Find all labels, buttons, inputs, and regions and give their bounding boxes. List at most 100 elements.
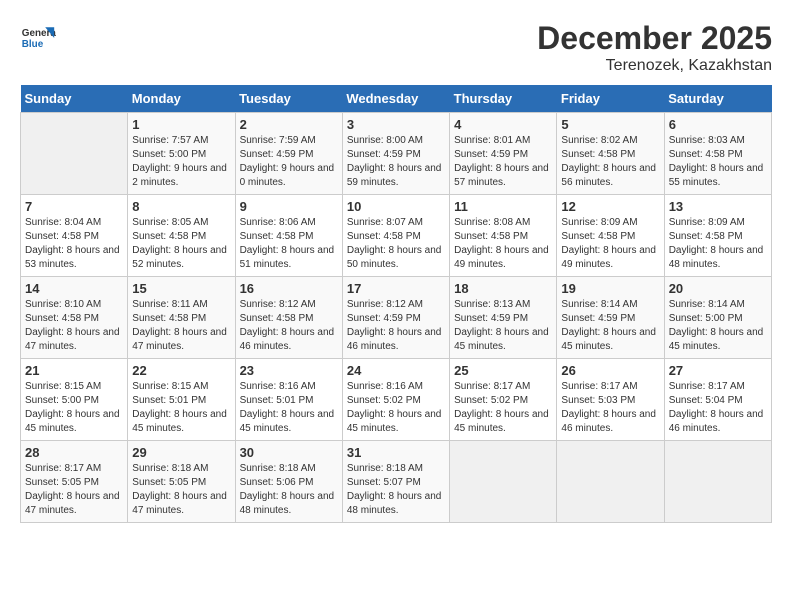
day-info: Sunrise: 8:02 AMSunset: 4:58 PMDaylight:… [561,134,659,190]
day-number: 10 [347,199,445,214]
day-number: 29 [132,445,230,460]
week-row-1: 1 Sunrise: 7:57 AMSunset: 5:00 PMDaylight… [21,113,772,195]
day-info: Sunrise: 8:12 AMSunset: 4:58 PMDaylight:… [240,298,338,354]
day-info: Sunrise: 8:17 AMSunset: 5:05 PMDaylight:… [25,462,123,518]
day-number: 26 [561,363,659,378]
day-number: 18 [454,281,552,296]
day-info: Sunrise: 8:16 AMSunset: 5:01 PMDaylight:… [240,380,338,436]
day-info: Sunrise: 8:17 AMSunset: 5:02 PMDaylight:… [454,380,552,436]
day-number: 8 [132,199,230,214]
day-number: 6 [669,117,767,132]
calendar-table: SundayMondayTuesdayWednesdayThursdayFrid… [20,85,772,523]
day-number: 23 [240,363,338,378]
logo-icon: General Blue [20,20,56,56]
week-row-5: 28Sunrise: 8:17 AMSunset: 5:05 PMDayligh… [21,441,772,523]
day-number: 24 [347,363,445,378]
day-number: 16 [240,281,338,296]
day-info: Sunrise: 8:01 AMSunset: 4:59 PMDaylight:… [454,134,552,190]
day-number: 30 [240,445,338,460]
day-info: Sunrise: 8:08 AMSunset: 4:58 PMDaylight:… [454,216,552,272]
day-info: Sunrise: 7:57 AMSunset: 5:00 PMDaylight:… [132,134,230,190]
col-header-sunday: Sunday [21,85,128,113]
day-info: Sunrise: 8:05 AMSunset: 4:58 PMDaylight:… [132,216,230,272]
day-number: 20 [669,281,767,296]
day-info: Sunrise: 8:00 AMSunset: 4:59 PMDaylight:… [347,134,445,190]
title-block: December 2025 Terenozek, Kazakhstan [537,20,772,75]
day-cell: 24 Sunrise: 8:16 AMSunset: 5:02 PMDayligh… [342,359,449,441]
day-info: Sunrise: 8:13 AMSunset: 4:59 PMDaylight:… [454,298,552,354]
day-cell: 28Sunrise: 8:17 AMSunset: 5:05 PMDayligh… [21,441,128,523]
day-cell: 2 Sunrise: 7:59 AMSunset: 4:59 PMDaylight… [235,113,342,195]
location-title: Terenozek, Kazakhstan [537,57,772,75]
day-cell: 10 Sunrise: 8:07 AMSunset: 4:58 PMDayligh… [342,195,449,277]
day-number: 7 [25,199,123,214]
day-info: Sunrise: 8:14 AMSunset: 5:00 PMDaylight:… [669,298,767,354]
col-header-tuesday: Tuesday [235,85,342,113]
day-number: 11 [454,199,552,214]
day-cell: 5 Sunrise: 8:02 AMSunset: 4:58 PMDaylight… [557,113,664,195]
svg-text:Blue: Blue [22,39,44,50]
day-number: 27 [669,363,767,378]
day-number: 5 [561,117,659,132]
day-number: 21 [25,363,123,378]
day-info: Sunrise: 8:09 AMSunset: 4:58 PMDaylight:… [669,216,767,272]
day-cell: 11 Sunrise: 8:08 AMSunset: 4:58 PMDayligh… [450,195,557,277]
day-cell: 30 Sunrise: 8:18 AMSunset: 5:06 PMDayligh… [235,441,342,523]
day-info: Sunrise: 8:12 AMSunset: 4:59 PMDaylight:… [347,298,445,354]
day-number: 13 [669,199,767,214]
day-number: 1 [132,117,230,132]
week-row-2: 7Sunrise: 8:04 AMSunset: 4:58 PMDaylight… [21,195,772,277]
day-cell: 3 Sunrise: 8:00 AMSunset: 4:59 PMDaylight… [342,113,449,195]
logo: General Blue [20,20,60,56]
day-number: 15 [132,281,230,296]
day-cell: 17Sunrise: 8:12 AMSunset: 4:59 PMDayligh… [342,277,449,359]
day-cell: 21 Sunrise: 8:15 AMSunset: 5:00 PMDayligh… [21,359,128,441]
day-cell [21,113,128,195]
day-cell: 8 Sunrise: 8:05 AMSunset: 4:58 PMDaylight… [128,195,235,277]
day-number: 9 [240,199,338,214]
day-cell: 4 Sunrise: 8:01 AMSunset: 4:59 PMDaylight… [450,113,557,195]
day-cell [664,441,771,523]
day-number: 19 [561,281,659,296]
col-header-saturday: Saturday [664,85,771,113]
day-cell: 9Sunrise: 8:06 AMSunset: 4:58 PMDaylight… [235,195,342,277]
day-number: 25 [454,363,552,378]
page-header: General Blue December 2025 Terenozek, Ka… [20,20,772,75]
day-info: Sunrise: 8:09 AMSunset: 4:58 PMDaylight:… [561,216,659,272]
day-cell: 16 Sunrise: 8:12 AMSunset: 4:58 PMDayligh… [235,277,342,359]
day-info: Sunrise: 8:18 AMSunset: 5:06 PMDaylight:… [240,462,338,518]
col-header-wednesday: Wednesday [342,85,449,113]
day-cell: 27 Sunrise: 8:17 AMSunset: 5:04 PMDayligh… [664,359,771,441]
day-cell [450,441,557,523]
day-cell: 14Sunrise: 8:10 AMSunset: 4:58 PMDayligh… [21,277,128,359]
day-number: 12 [561,199,659,214]
day-cell: 18 Sunrise: 8:13 AMSunset: 4:59 PMDayligh… [450,277,557,359]
day-info: Sunrise: 8:14 AMSunset: 4:59 PMDaylight:… [561,298,659,354]
day-cell: 25 Sunrise: 8:17 AMSunset: 5:02 PMDayligh… [450,359,557,441]
day-cell: 12 Sunrise: 8:09 AMSunset: 4:58 PMDayligh… [557,195,664,277]
day-cell: 1 Sunrise: 7:57 AMSunset: 5:00 PMDaylight… [128,113,235,195]
week-row-4: 21 Sunrise: 8:15 AMSunset: 5:00 PMDayligh… [21,359,772,441]
day-info: Sunrise: 8:18 AMSunset: 5:05 PMDaylight:… [132,462,230,518]
day-number: 31 [347,445,445,460]
day-cell: 13 Sunrise: 8:09 AMSunset: 4:58 PMDayligh… [664,195,771,277]
day-cell: 15Sunrise: 8:11 AMSunset: 4:58 PMDayligh… [128,277,235,359]
day-info: Sunrise: 7:59 AMSunset: 4:59 PMDaylight:… [240,134,338,190]
col-header-friday: Friday [557,85,664,113]
day-info: Sunrise: 8:03 AMSunset: 4:58 PMDaylight:… [669,134,767,190]
day-number: 4 [454,117,552,132]
day-info: Sunrise: 8:07 AMSunset: 4:58 PMDaylight:… [347,216,445,272]
day-number: 2 [240,117,338,132]
day-info: Sunrise: 8:18 AMSunset: 5:07 PMDaylight:… [347,462,445,518]
week-row-3: 14Sunrise: 8:10 AMSunset: 4:58 PMDayligh… [21,277,772,359]
day-info: Sunrise: 8:17 AMSunset: 5:03 PMDaylight:… [561,380,659,436]
day-cell: 31 Sunrise: 8:18 AMSunset: 5:07 PMDayligh… [342,441,449,523]
month-title: December 2025 [537,20,772,57]
day-info: Sunrise: 8:17 AMSunset: 5:04 PMDaylight:… [669,380,767,436]
day-info: Sunrise: 8:15 AMSunset: 5:00 PMDaylight:… [25,380,123,436]
day-cell: 29 Sunrise: 8:18 AMSunset: 5:05 PMDayligh… [128,441,235,523]
day-number: 3 [347,117,445,132]
day-cell: 23 Sunrise: 8:16 AMSunset: 5:01 PMDayligh… [235,359,342,441]
day-cell: 22Sunrise: 8:15 AMSunset: 5:01 PMDayligh… [128,359,235,441]
day-info: Sunrise: 8:16 AMSunset: 5:02 PMDaylight:… [347,380,445,436]
